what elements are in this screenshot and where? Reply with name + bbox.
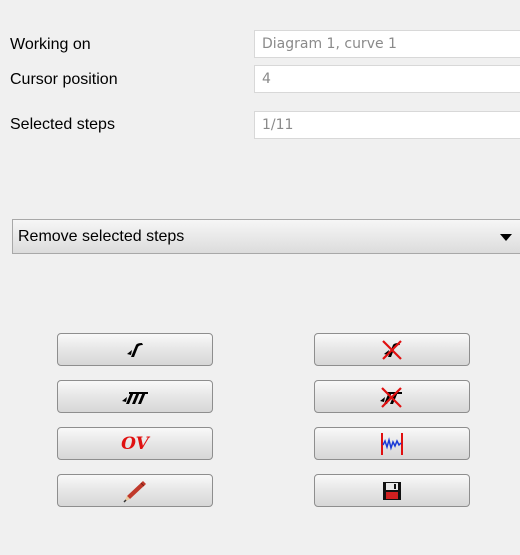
- selected-steps-label: Selected steps: [10, 116, 115, 133]
- chevron-down-icon: [500, 234, 512, 241]
- cursor-position-field: 4: [254, 65, 520, 93]
- ov-button[interactable]: OV: [57, 427, 213, 460]
- waveform-range-icon: [381, 432, 403, 455]
- cursor-position-label: Cursor position: [10, 71, 118, 88]
- selected-steps-field: 1/11: [254, 111, 520, 139]
- action-dropdown-value: Remove selected steps: [18, 228, 185, 245]
- save-icon: [383, 481, 401, 500]
- single-step-button[interactable]: [57, 333, 213, 366]
- pencil-button[interactable]: [57, 474, 213, 507]
- waveform-range-button[interactable]: [314, 427, 470, 460]
- remove-multi-step-icon: [380, 386, 402, 408]
- remove-step-button[interactable]: [314, 333, 470, 366]
- working-on-field: Diagram 1, curve 1: [254, 30, 520, 58]
- working-on-label: Working on: [10, 36, 91, 53]
- multi-step-button[interactable]: [57, 380, 213, 413]
- single-step-icon: [127, 342, 143, 357]
- save-button[interactable]: [314, 474, 470, 507]
- remove-step-icon: [382, 339, 402, 360]
- action-dropdown[interactable]: Remove selected steps: [12, 219, 520, 254]
- pencil-icon: [123, 480, 146, 503]
- remove-multi-step-button[interactable]: [314, 380, 470, 413]
- multi-step-icon: [122, 391, 148, 404]
- ov-icon: OV: [121, 433, 149, 454]
